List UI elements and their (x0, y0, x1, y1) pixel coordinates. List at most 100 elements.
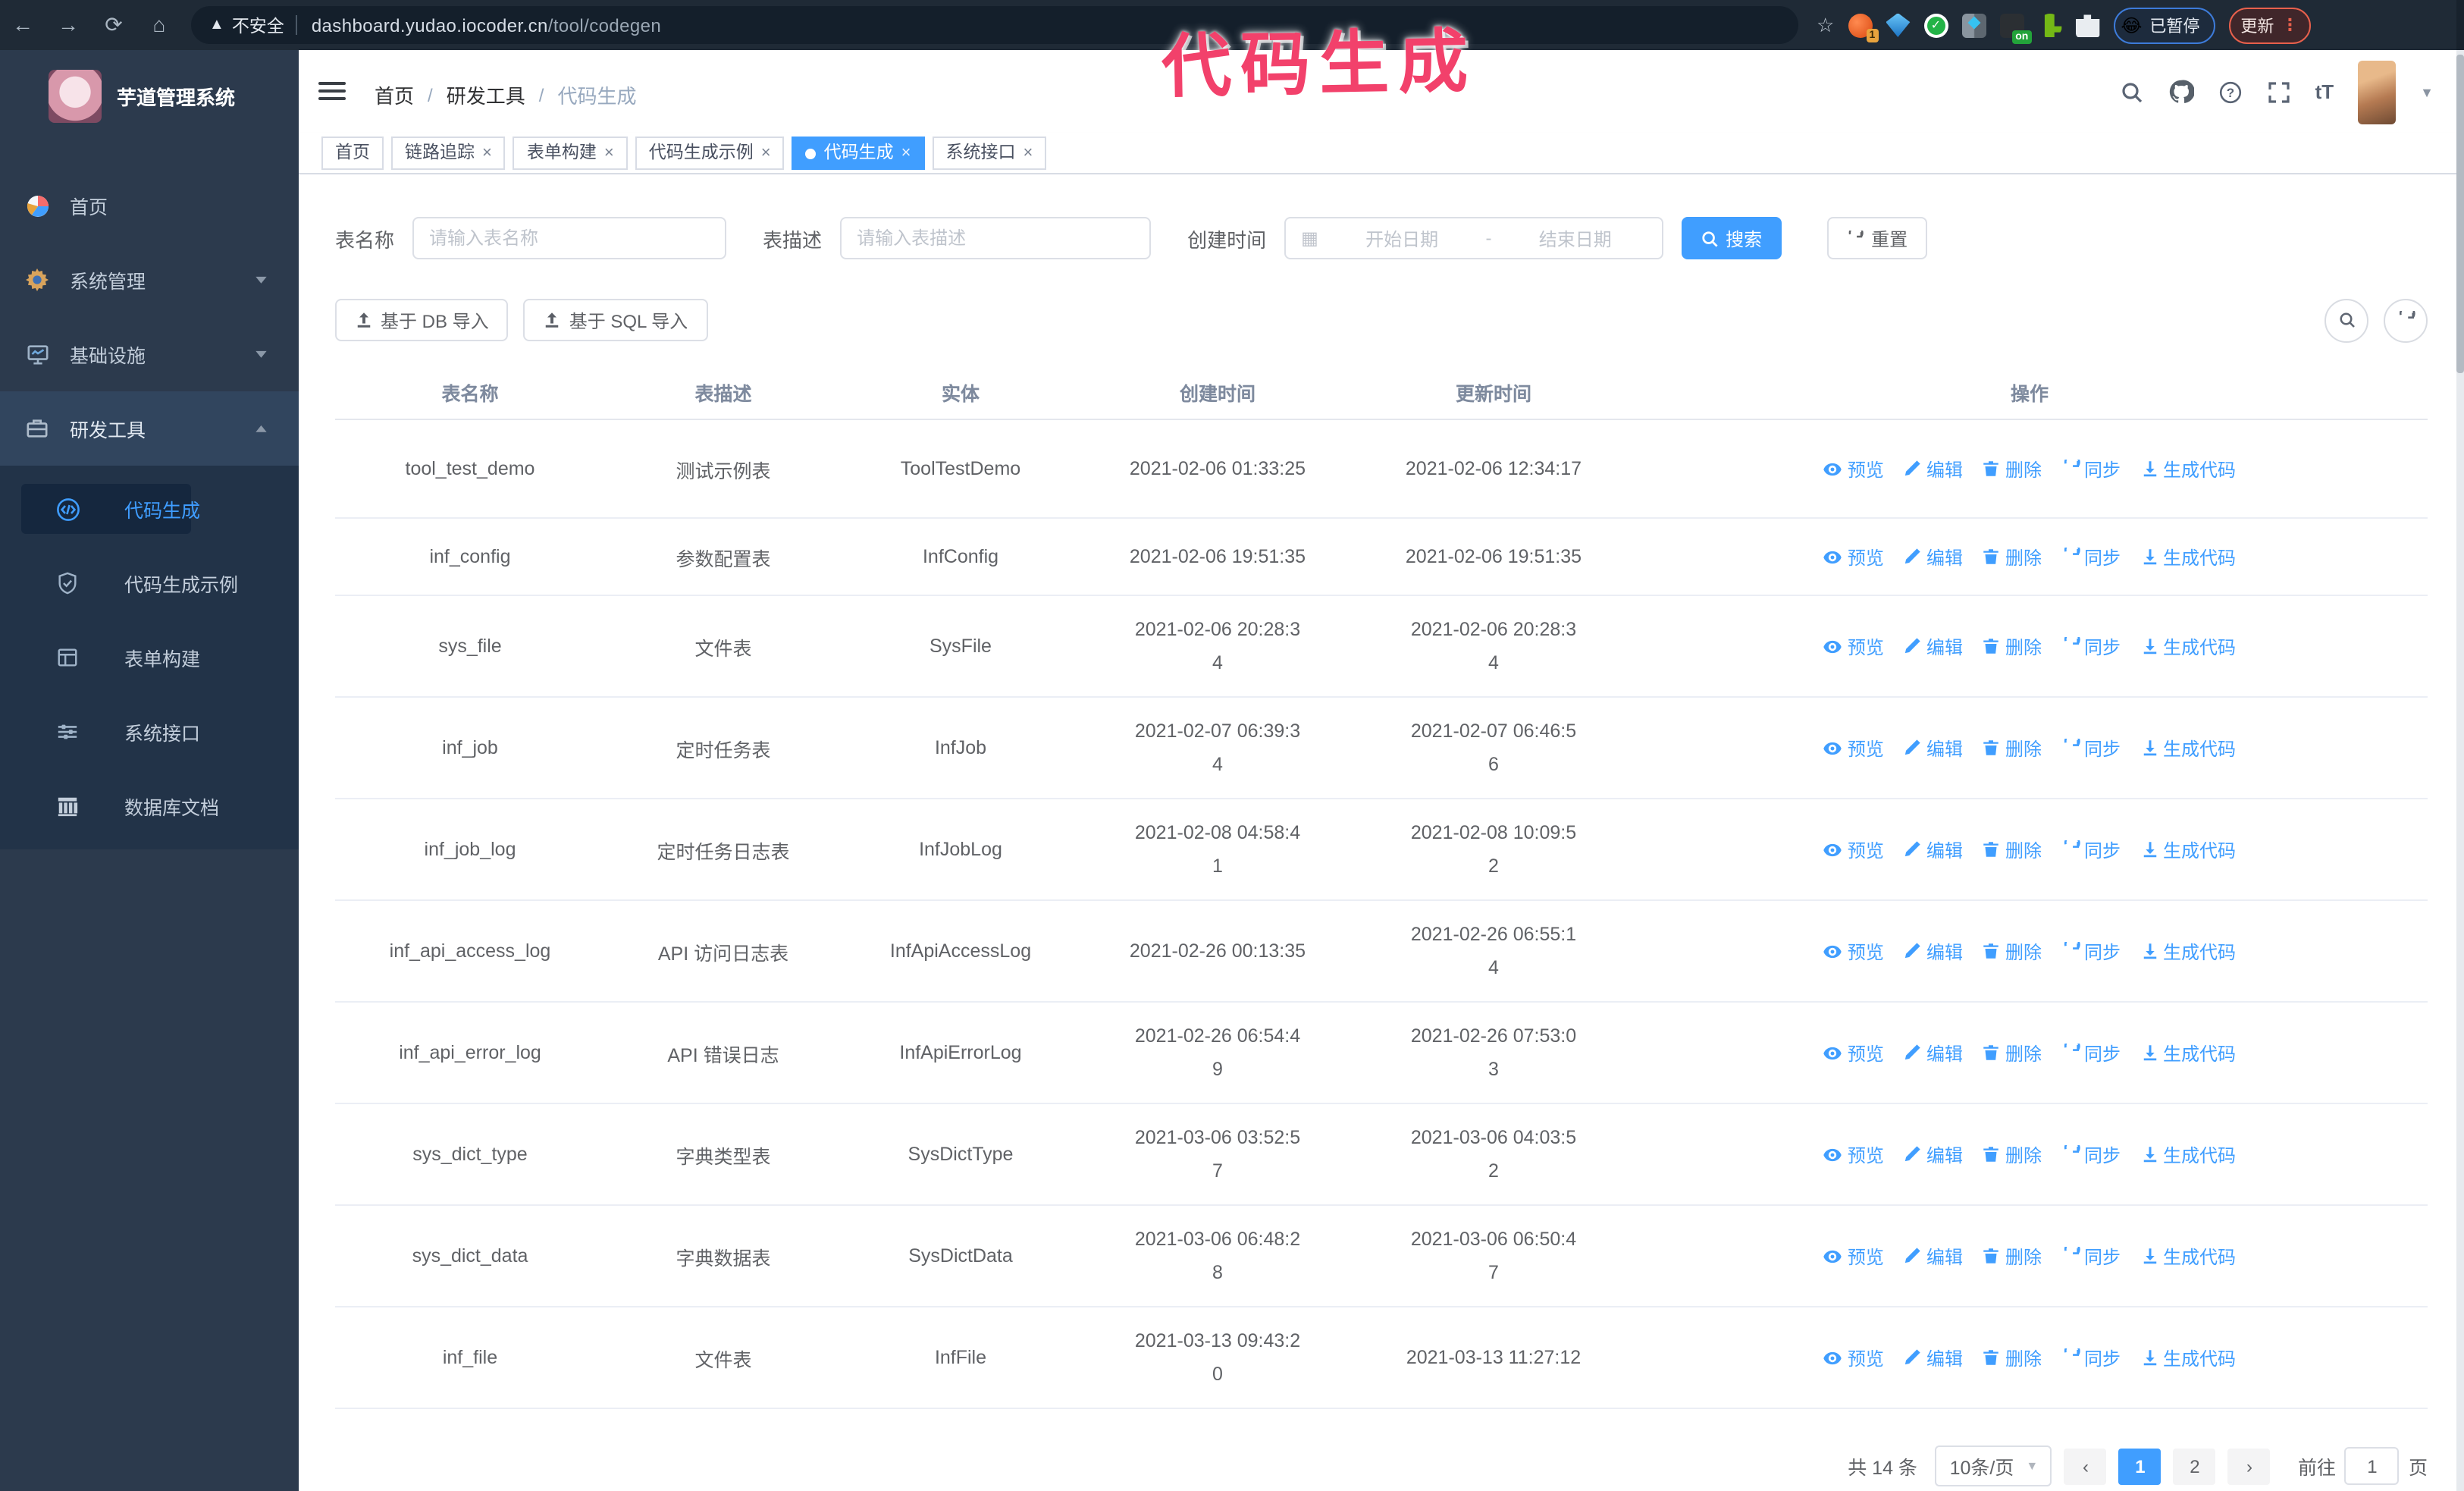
back-icon[interactable]: ← (0, 0, 45, 50)
action-generate-code-link[interactable]: 生成代码 (2140, 735, 2236, 761)
action-generate-code-link[interactable]: 生成代码 (2140, 1141, 2236, 1167)
sidebar-subitem-db-doc[interactable]: 数据库文档 (0, 769, 299, 843)
action-preview-link[interactable]: 预览 (1823, 1040, 1884, 1066)
forward-icon[interactable]: → (45, 0, 91, 50)
action-edit-link[interactable]: 编辑 (1904, 837, 1963, 862)
sidebar-item-devtools[interactable]: 研发工具 ▴ (0, 391, 299, 466)
action-edit-link[interactable]: 编辑 (1904, 938, 1963, 964)
extension-tabs-icon[interactable] (1961, 13, 1986, 37)
action-preview-link[interactable]: 预览 (1823, 837, 1884, 862)
window-scrollbar[interactable] (2456, 0, 2464, 1491)
action-sync-link[interactable]: 同步 (2061, 1243, 2121, 1269)
help-icon[interactable]: ? (2218, 80, 2243, 104)
close-tab-icon[interactable]: × (482, 144, 492, 162)
browser-update-button[interactable]: 更新 ⋮ (2228, 7, 2311, 43)
sidebar-item-infra[interactable]: 基础设施 ▾ (0, 317, 299, 391)
sidebar-item-home[interactable]: 首页 (0, 168, 299, 243)
extension-key-icon[interactable] (2044, 13, 2062, 37)
tag-view-tab-1[interactable]: 链路追踪 × (391, 137, 506, 170)
extension-gem-icon[interactable] (1886, 13, 1911, 37)
action-sync-link[interactable]: 同步 (2061, 544, 2121, 570)
next-page-button[interactable]: › (2227, 1448, 2271, 1484)
action-edit-link[interactable]: 编辑 (1904, 735, 1963, 761)
action-sync-link[interactable]: 同步 (2061, 456, 2121, 482)
action-sync-link[interactable]: 同步 (2061, 735, 2121, 761)
import-sql-button[interactable]: 基于 SQL 导入 (523, 299, 708, 341)
action-delete-link[interactable]: 删除 (1983, 456, 2042, 482)
action-preview-link[interactable]: 预览 (1823, 735, 1884, 761)
action-sync-link[interactable]: 同步 (2061, 1040, 2121, 1066)
goto-page-input[interactable] (2344, 1447, 2400, 1485)
sidebar-subitem-codegen[interactable]: 代码生成 (0, 472, 299, 546)
action-sync-link[interactable]: 同步 (2061, 633, 2121, 659)
action-generate-code-link[interactable]: 生成代码 (2140, 837, 2236, 862)
refresh-table-button[interactable] (2384, 298, 2428, 342)
action-delete-link[interactable]: 删除 (1983, 633, 2042, 659)
close-tab-icon[interactable]: × (901, 144, 911, 162)
action-preview-link[interactable]: 预览 (1823, 1141, 1884, 1167)
table-name-input[interactable] (412, 217, 727, 259)
user-avatar[interactable] (2358, 60, 2397, 124)
import-db-button[interactable]: 基于 DB 导入 (335, 299, 509, 341)
action-generate-code-link[interactable]: 生成代码 (2140, 456, 2236, 482)
action-edit-link[interactable]: 编辑 (1904, 544, 1963, 570)
action-preview-link[interactable]: 预览 (1823, 938, 1884, 964)
tag-view-tab-2[interactable]: 表单构建 × (513, 137, 628, 170)
collapse-menu-icon[interactable] (318, 77, 349, 105)
action-edit-link[interactable]: 编辑 (1904, 456, 1963, 482)
action-generate-code-link[interactable]: 生成代码 (2140, 1243, 2236, 1269)
user-caret-icon[interactable]: ▼ (2420, 84, 2434, 99)
action-sync-link[interactable]: 同步 (2061, 1345, 2121, 1370)
prev-page-button[interactable]: ‹ (2064, 1448, 2107, 1484)
action-generate-code-link[interactable]: 生成代码 (2140, 938, 2236, 964)
action-delete-link[interactable]: 删除 (1983, 1040, 2042, 1066)
action-delete-link[interactable]: 删除 (1983, 544, 2042, 570)
tag-view-tab-4[interactable]: 代码生成 × (792, 137, 925, 170)
bookmark-star-icon[interactable]: ☆ (1817, 13, 1834, 37)
tag-view-tab-0[interactable]: 首页 (321, 137, 384, 170)
close-tab-icon[interactable]: × (761, 144, 771, 162)
url-text[interactable]: dashboard.yudao.iocoder.cn/tool/codegen (312, 14, 661, 36)
action-generate-code-link[interactable]: 生成代码 (2140, 1040, 2236, 1066)
scrollbar-thumb[interactable] (2456, 55, 2464, 373)
github-icon[interactable] (2168, 79, 2194, 105)
breadcrumb-home[interactable]: 首页 (375, 80, 414, 109)
page-size-select[interactable]: 10条/页 ▼ (1935, 1445, 2052, 1486)
end-date-placeholder[interactable]: 结束日期 (1503, 225, 1647, 251)
date-range-picker[interactable]: ▦ 开始日期 - 结束日期 (1284, 217, 1664, 259)
action-delete-link[interactable]: 删除 (1983, 1141, 2042, 1167)
action-delete-link[interactable]: 删除 (1983, 735, 2042, 761)
action-sync-link[interactable]: 同步 (2061, 938, 2121, 964)
action-delete-link[interactable]: 删除 (1983, 938, 2042, 964)
app-logo[interactable]: 芋道管理系统 (0, 50, 299, 141)
browser-menu-dots-icon[interactable]: ⋮ (2281, 15, 2298, 35)
action-delete-link[interactable]: 删除 (1983, 1345, 2042, 1370)
sidebar-subitem-codegen-demo[interactable]: 代码生成示例 (0, 546, 299, 620)
address-bar[interactable]: ▲ 不安全 dashboard.yudao.iocoder.cn/tool/co… (191, 6, 1798, 44)
action-edit-link[interactable]: 编辑 (1904, 1243, 1963, 1269)
action-generate-code-link[interactable]: 生成代码 (2140, 1345, 2236, 1370)
sidebar-subitem-system-api[interactable]: 系统接口 (0, 695, 299, 769)
close-tab-icon[interactable]: × (604, 144, 614, 162)
font-size-icon[interactable]: tT (2315, 80, 2334, 103)
start-date-placeholder[interactable]: 开始日期 (1331, 225, 1474, 251)
search-icon[interactable] (2120, 80, 2144, 104)
search-button[interactable]: 搜索 (1682, 217, 1782, 259)
extensions-puzzle-icon[interactable] (2075, 14, 2100, 37)
action-preview-link[interactable]: 预览 (1823, 1243, 1884, 1269)
sidebar-item-system[interactable]: 系统管理 ▾ (0, 243, 299, 317)
reset-button[interactable]: 重置 (1827, 217, 1928, 259)
action-edit-link[interactable]: 编辑 (1904, 1141, 1963, 1167)
action-delete-link[interactable]: 删除 (1983, 1243, 2042, 1269)
close-tab-icon[interactable]: × (1024, 144, 1033, 162)
page-button-2[interactable]: 2 (2173, 1448, 2216, 1484)
action-edit-link[interactable]: 编辑 (1904, 1345, 1963, 1370)
sidebar-subitem-form-builder[interactable]: 表单构建 (0, 620, 299, 695)
action-edit-link[interactable]: 编辑 (1904, 1040, 1963, 1066)
tag-view-tab-3[interactable]: 代码生成示例 × (635, 137, 785, 170)
breadcrumb-devtools[interactable]: 研发工具 (447, 80, 525, 109)
security-label[interactable]: 不安全 (232, 13, 284, 37)
action-edit-link[interactable]: 编辑 (1904, 633, 1963, 659)
action-preview-link[interactable]: 预览 (1823, 1345, 1884, 1370)
fullscreen-icon[interactable] (2267, 80, 2291, 104)
